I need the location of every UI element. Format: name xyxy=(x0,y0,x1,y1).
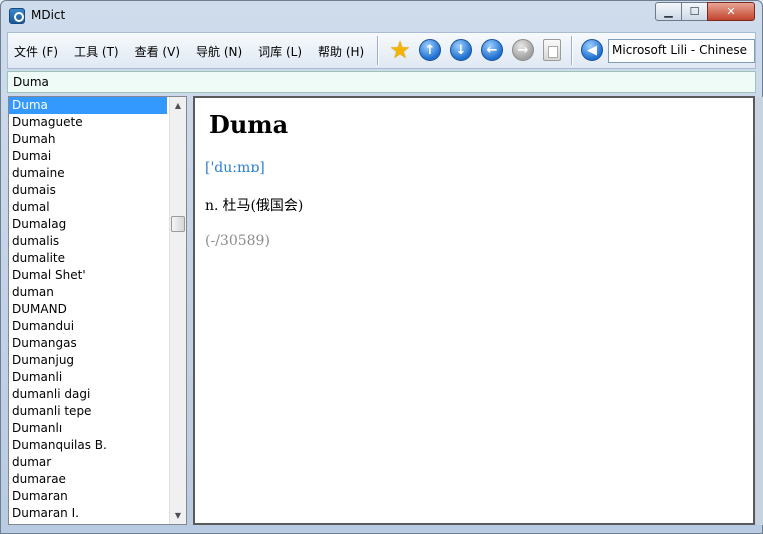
word-list: Duma Dumaguete Dumah Dumai dumaine dumais duma… xyxy=(8,96,187,525)
maximize-button[interactable]: ☐ xyxy=(681,2,708,21)
list-item[interactable]: dumalis xyxy=(9,233,186,250)
list-item[interactable]: DUMAND xyxy=(9,301,186,318)
list-item[interactable]: dumar xyxy=(9,454,186,471)
list-item[interactable]: Dumangas xyxy=(9,335,186,352)
list-item[interactable]: dumais xyxy=(9,182,186,199)
list-item[interactable]: duman xyxy=(9,284,186,301)
scroll-down-arrow-icon[interactable]: ▼ xyxy=(170,507,186,524)
list-item[interactable]: dumalite xyxy=(9,250,186,267)
paste-button[interactable] xyxy=(543,39,561,61)
list-item[interactable]: Dumaran xyxy=(9,488,186,505)
menu-file[interactable]: 文件 (F) xyxy=(14,43,58,60)
list-item[interactable]: dumaine xyxy=(9,165,186,182)
list-item[interactable]: dumanli dagi xyxy=(9,386,186,403)
entry-content: Duma ['du:mɒ] n. 杜马(俄国会) (-/30589) xyxy=(193,96,755,525)
arrow-down-icon: ↓ xyxy=(455,42,467,58)
toolbar-separator xyxy=(377,36,379,65)
menu-navigate[interactable]: 导航 (N) xyxy=(196,43,242,60)
list-item[interactable]: Dumaran I. xyxy=(9,505,186,522)
back-button[interactable]: ← xyxy=(481,39,503,61)
entry-headword: Duma xyxy=(209,110,289,139)
list-item[interactable]: Dumanquilas B. xyxy=(9,437,186,454)
close-button[interactable]: ✕ xyxy=(707,2,755,21)
next-entry-button[interactable]: ↓ xyxy=(450,39,472,61)
toolbar-separator xyxy=(571,36,573,65)
maximize-icon: ☐ xyxy=(689,5,700,18)
app-window: MDict ▁ ☐ ✕ 文件 (F) 工具 (T) 查看 (V) 导航 (N) … xyxy=(0,0,763,534)
menu-library[interactable]: 词库 (L) xyxy=(258,43,302,60)
minimize-icon: ▁ xyxy=(664,5,673,18)
scroll-thumb[interactable] xyxy=(171,216,185,232)
close-icon: ✕ xyxy=(726,5,736,18)
list-item[interactable]: Dumai xyxy=(9,148,186,165)
previous-entry-button[interactable]: ↑ xyxy=(419,39,441,61)
definition: n. 杜马(俄国会) xyxy=(205,195,303,215)
speak-button[interactable]: ◀ xyxy=(581,39,603,61)
menu-tools[interactable]: 工具 (T) xyxy=(74,43,119,60)
arrow-right-icon: → xyxy=(517,42,529,58)
menu-bar: 文件 (F) 工具 (T) 查看 (V) 导航 (N) 词库 (L) 帮助 (H… xyxy=(14,43,380,60)
list-item[interactable]: Dumandui xyxy=(9,318,186,335)
app-logo-icon xyxy=(9,8,25,24)
window-title: MDict xyxy=(31,8,66,22)
star-icon: ★ xyxy=(389,36,411,64)
list-item[interactable]: Dumah xyxy=(9,131,186,148)
arrow-up-icon: ↑ xyxy=(424,42,436,58)
scroll-up-arrow-icon[interactable]: ▲ xyxy=(170,97,186,114)
menu-view[interactable]: 查看 (V) xyxy=(135,43,180,60)
entry-index: (-/30589) xyxy=(205,233,270,249)
favorite-button[interactable]: ★ xyxy=(388,36,412,64)
title-bar: MDict ▁ ☐ ✕ xyxy=(1,1,762,31)
list-item[interactable]: dumanli tepe xyxy=(9,403,186,420)
list-item[interactable]: Dumalag xyxy=(9,216,186,233)
list-item[interactable]: dumarae xyxy=(9,471,186,488)
list-item[interactable]: Dumanjug xyxy=(9,352,186,369)
forward-button[interactable]: → xyxy=(512,39,534,61)
toolbar: 文件 (F) 工具 (T) 查看 (V) 导航 (N) 词库 (L) 帮助 (H… xyxy=(7,32,756,69)
definition-text: 杜马(俄国会) xyxy=(222,198,304,214)
arrow-left-icon: ← xyxy=(486,42,498,58)
list-item[interactable]: Dumanlı xyxy=(9,420,186,437)
list-scrollbar[interactable]: ▲ ▼ xyxy=(169,97,186,524)
list-item[interactable]: Dumal Shet' xyxy=(9,267,186,284)
window-edge xyxy=(756,97,763,525)
menu-help[interactable]: 帮助 (H) xyxy=(318,43,364,60)
voice-select[interactable]: Microsoft Lili - Chinese xyxy=(608,39,755,63)
list-item[interactable]: dumal xyxy=(9,199,186,216)
minimize-button[interactable]: ▁ xyxy=(655,2,682,21)
list-item[interactable]: Duma xyxy=(9,97,167,114)
list-item[interactable]: Dumanli xyxy=(9,369,186,386)
part-of-speech: n. xyxy=(205,198,219,214)
list-item[interactable]: Dumaguete xyxy=(9,114,186,131)
search-input[interactable]: Duma xyxy=(7,71,756,93)
pronunciation: ['du:mɒ] xyxy=(205,160,265,176)
speaker-icon: ◀ xyxy=(587,42,597,58)
